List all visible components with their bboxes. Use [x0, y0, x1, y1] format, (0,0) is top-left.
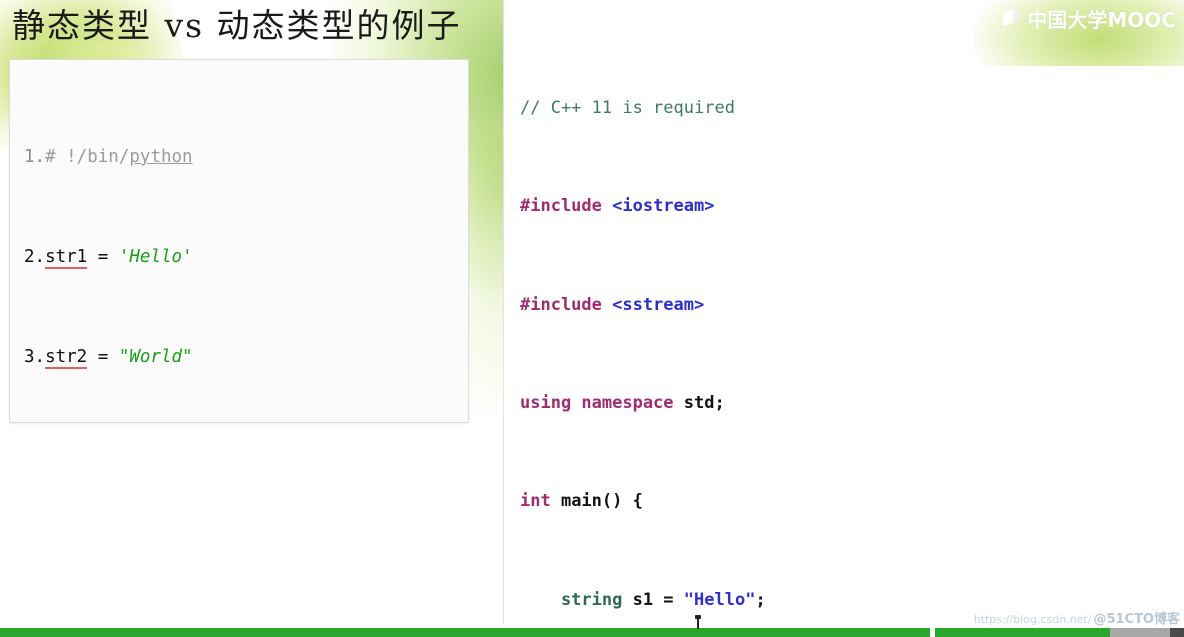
watermark-brand: @51CTO博客: [1093, 612, 1180, 627]
code-token-identifier: std;: [673, 392, 725, 413]
cpp-editor-pane[interactable]: // C++ 11 is required #include <iostream…: [504, 0, 1184, 637]
code-token-include: <iostream>: [601, 196, 715, 217]
python-code-card: 1.# !/bin/python 2.str1 = 'Hello' 3.str2…: [9, 59, 469, 423]
code-token-variable: str2: [45, 347, 88, 369]
line-number: 2.: [24, 247, 46, 267]
python-code-line: 2.str1 = 'Hello': [24, 245, 464, 270]
watermark: https://blog.csdn.net/ @51CTO博客: [974, 608, 1180, 627]
code-token-variable: str1: [45, 247, 88, 269]
logo-text: 中国大学MOOC: [1027, 7, 1176, 32]
line-number: 3.: [24, 347, 46, 367]
presentation-slide-pane: 静态类型 vs 动态类型的例子 1.# !/bin/python 2.str1 …: [0, 0, 503, 637]
slide-title: 静态类型 vs 动态类型的例子: [12, 6, 462, 45]
progress-chapter-marker[interactable]: [695, 615, 701, 629]
python-code-line: 3.str2 = "World": [24, 345, 464, 370]
code-token-include: <sstream>: [601, 294, 705, 315]
code-token-semicolon: ;: [755, 589, 766, 610]
python-code-block: 1.# !/bin/python 2.str1 = 'Hello' 3.str2…: [24, 70, 464, 422]
cpp-code-block[interactable]: // C++ 11 is required #include <iostream…: [520, 22, 1124, 637]
pane-divider: [503, 0, 504, 625]
progress-segment-played[interactable]: [0, 628, 930, 637]
code-token-keyword: using namespace: [520, 392, 674, 413]
watermark-url: https://blog.csdn.net/: [973, 613, 1092, 626]
code-token-operator: =: [87, 247, 119, 267]
python-code-line: 1.# !/bin/python: [24, 145, 464, 170]
code-token-operator: =: [87, 347, 119, 367]
code-token-identifier: main() {: [550, 491, 643, 512]
video-progress-bar[interactable]: [0, 628, 1184, 637]
book-icon: [1000, 7, 1022, 29]
code-token-identifier: s1 =: [622, 589, 684, 610]
progress-segment-remaining[interactable]: [1170, 628, 1184, 637]
cpp-code-line: int main() {: [520, 489, 1124, 514]
code-token-preprocessor: #include: [520, 294, 602, 315]
progress-segment-played-2[interactable]: [935, 628, 1110, 637]
code-token-underlined: python: [129, 147, 193, 167]
cpp-code-line: // C++ 11 is required: [520, 96, 1124, 121]
code-token-string: 'Hello': [118, 247, 193, 267]
progress-segment-buffered[interactable]: [1110, 628, 1170, 637]
mooc-logo: 中国大学MOOC: [1000, 3, 1176, 33]
code-token-comment: // C++ 11 is required: [520, 97, 735, 118]
cpp-code-line: using namespace std;: [520, 391, 1124, 416]
cpp-code-line: #include <iostream>: [520, 194, 1124, 219]
code-token-string: "Hello": [683, 589, 756, 610]
code-token-keyword: int: [520, 491, 551, 512]
code-token-preprocessor: #include: [520, 196, 602, 217]
code-token-string: "World": [118, 347, 193, 367]
code-token-comment: # !/bin/: [45, 147, 130, 167]
cpp-code-line: #include <sstream>: [520, 293, 1124, 318]
line-number: 1.: [24, 147, 46, 167]
code-token-type: string: [520, 589, 623, 610]
